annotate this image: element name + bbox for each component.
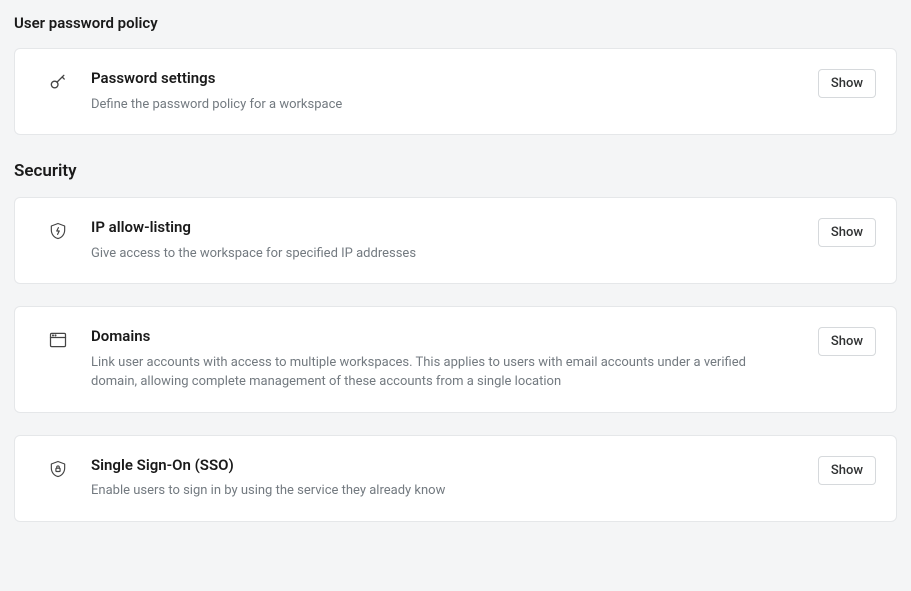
card-body: Single Sign-On (SSO) Enable users to sig…: [91, 456, 796, 501]
show-button-domains[interactable]: Show: [818, 327, 876, 356]
card-desc-password-settings: Define the password policy for a workspa…: [91, 95, 771, 115]
card-body: Password settings Define the password po…: [91, 69, 796, 114]
card-title-ip-allow: IP allow-listing: [91, 218, 796, 238]
window-icon: [47, 329, 69, 351]
card-body: Domains Link user accounts with access t…: [91, 327, 796, 392]
show-button-password-settings[interactable]: Show: [818, 69, 876, 98]
card-title-domains: Domains: [91, 327, 796, 347]
section-heading-security: Security: [14, 161, 897, 181]
card-desc-sso: Enable users to sign in by using the ser…: [91, 481, 771, 501]
key-icon: [47, 71, 69, 93]
card-title-password-settings: Password settings: [91, 69, 796, 89]
shield-lock-icon: [47, 458, 69, 480]
show-button-sso[interactable]: Show: [818, 456, 876, 485]
card-password-settings: Password settings Define the password po…: [14, 48, 897, 135]
card-domains: Domains Link user accounts with access t…: [14, 306, 897, 413]
card-title-sso: Single Sign-On (SSO): [91, 456, 796, 476]
shield-bolt-icon: [47, 220, 69, 242]
show-button-ip-allow[interactable]: Show: [818, 218, 876, 247]
card-desc-ip-allow: Give access to the workspace for specifi…: [91, 244, 771, 264]
card-body: IP allow-listing Give access to the work…: [91, 218, 796, 263]
card-desc-domains: Link user accounts with access to multip…: [91, 353, 771, 392]
card-ip-allow-listing: IP allow-listing Give access to the work…: [14, 197, 897, 284]
section-heading-password-policy: User password policy: [14, 14, 897, 32]
card-sso: Single Sign-On (SSO) Enable users to sig…: [14, 435, 897, 522]
